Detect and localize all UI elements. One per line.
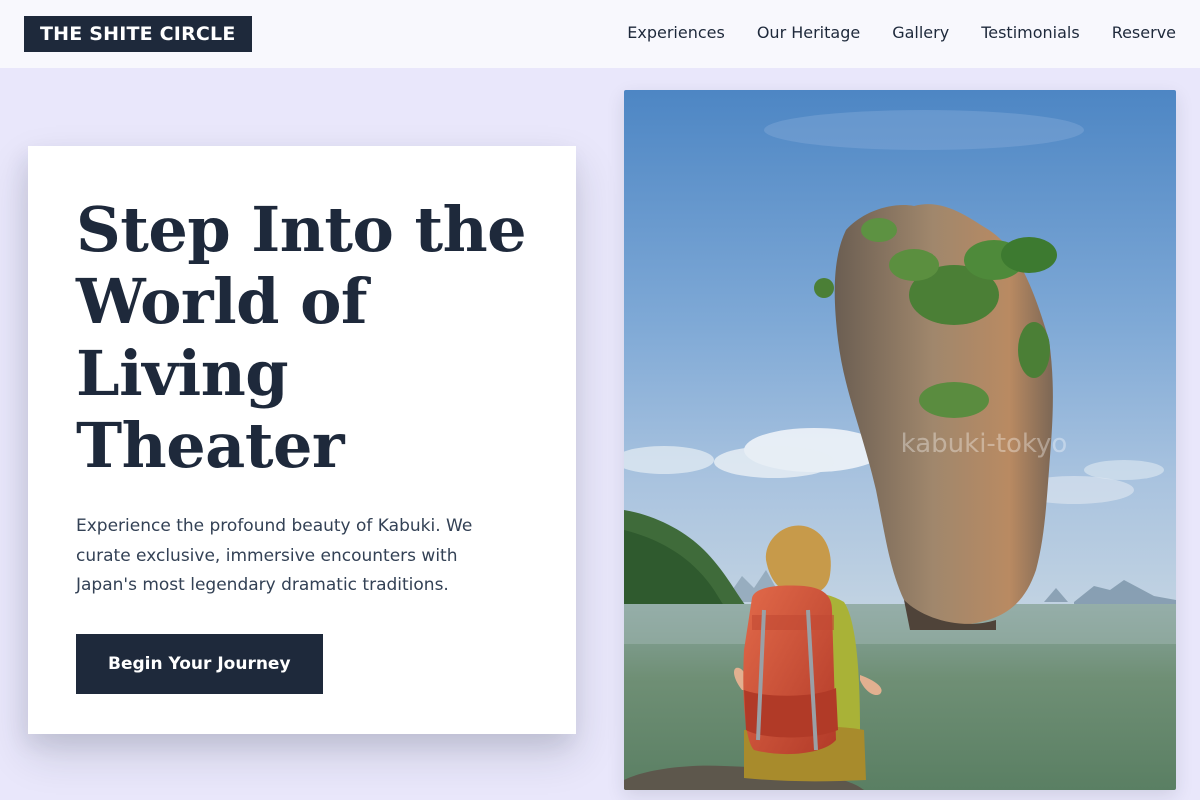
main-nav: Experiences Our Heritage Gallery Testimo… xyxy=(627,0,1176,64)
headline-line: Living xyxy=(76,337,289,410)
nav-item-testimonials[interactable]: Testimonials xyxy=(981,23,1080,42)
headline-line: World of xyxy=(76,265,368,338)
nav-item-our-heritage[interactable]: Our Heritage xyxy=(757,23,860,42)
brand-logo[interactable]: THE SHITE CIRCLE xyxy=(24,16,252,52)
begin-journey-button[interactable]: Begin Your Journey xyxy=(76,633,323,694)
nav-item-experiences[interactable]: Experiences xyxy=(627,23,725,42)
nav-item-gallery[interactable]: Gallery xyxy=(892,23,949,42)
landscape-photo-icon: kabuki-tokyo xyxy=(624,90,1176,790)
hero-headline: Step Into the World of Living Theater xyxy=(76,193,527,482)
hero-card: Step Into the World of Living Theater Ex… xyxy=(28,146,576,734)
headline-line: Step Into the xyxy=(76,193,527,266)
nav-item-reserve[interactable]: Reserve xyxy=(1112,23,1176,42)
watermark-text: kabuki-tokyo xyxy=(901,429,1068,459)
headline-line: Theater xyxy=(76,409,345,482)
hero-photo: kabuki-tokyo xyxy=(624,90,1176,790)
site-header: THE SHITE CIRCLE Experiences Our Heritag… xyxy=(0,0,1200,68)
hero-lead-text: Experience the profound beauty of Kabuki… xyxy=(76,516,473,595)
